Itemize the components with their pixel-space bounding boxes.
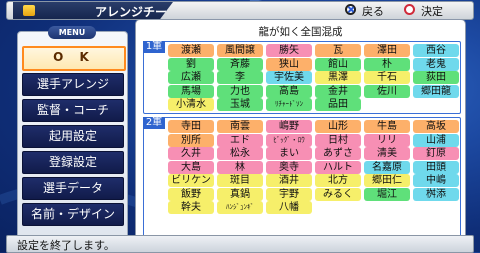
player-chip[interactable]: 田頭 xyxy=(413,160,459,174)
player-chip[interactable]: ﾋﾞｯｸﾞ・ﾛｳ xyxy=(266,133,312,147)
title-bar: アレンジチーム 戻る 決定 xyxy=(6,1,474,20)
player-chip[interactable]: 品田 xyxy=(315,98,361,111)
player-chip[interactable]: 金井 xyxy=(315,84,361,98)
player-chip[interactable]: 館山 xyxy=(315,57,361,71)
player-chip[interactable]: ハルト xyxy=(315,160,361,174)
first-team-group: 1軍 渡瀬 風間譲 勝矢瓦澤田 西谷劉斉藤 狭山 館山朴老鬼広瀬李宇佐美 黒澤 千石 荻田馬場力… xyxy=(143,41,461,114)
player-chip[interactable]: 釘原 xyxy=(413,147,459,160)
player-chip[interactable]: 郷田龍 xyxy=(413,84,459,98)
title-tab: アレンジチーム xyxy=(13,2,173,19)
player-chip[interactable]: 渡瀬 xyxy=(168,44,214,57)
roster-panel: 龍が如く全国混成 1軍 渡瀬 風間譲 勝矢瓦澤田 西谷劉斉藤 狭山 館山朴老鬼広瀬李宇佐美… xyxy=(135,19,466,243)
player-chip[interactable]: 高島 xyxy=(266,84,312,98)
player-chip[interactable]: 北方 xyxy=(315,174,361,187)
player-chip[interactable]: 山形 xyxy=(315,120,361,133)
player-chip[interactable]: 瓦 xyxy=(315,44,361,57)
player-chip[interactable]: 久井 xyxy=(168,147,214,160)
menu-item-name-design[interactable]: 名前・デザイン xyxy=(22,203,124,226)
menu-item-ok[interactable]: O K xyxy=(22,46,126,71)
player-chip[interactable]: 広瀬 xyxy=(168,71,214,84)
player-chip[interactable]: 日村 xyxy=(315,133,361,147)
player-chip[interactable]: 劉 xyxy=(168,57,214,71)
player-chip[interactable]: 別所 xyxy=(168,133,214,147)
menu-item-player-arrange[interactable]: 選手アレンジ xyxy=(22,73,124,96)
player-chip[interactable]: 寺田 xyxy=(168,120,214,133)
player-chip[interactable]: 佐川 xyxy=(364,84,410,98)
player-chip[interactable]: 玉城 xyxy=(217,98,263,111)
player-chip[interactable]: 西谷 xyxy=(413,44,459,57)
player-chip[interactable]: 勝矢 xyxy=(266,44,312,57)
player-chip[interactable]: 馬場 xyxy=(168,84,214,98)
first-team-badge: 1軍 xyxy=(143,41,165,53)
status-bar: 設定を終了します。 xyxy=(6,235,474,253)
player-chip[interactable]: 清美 xyxy=(364,147,410,160)
player-chip[interactable]: 高坂 xyxy=(413,120,459,133)
player-chip[interactable]: 酒井 xyxy=(266,174,312,187)
circle-button-icon[interactable] xyxy=(404,4,415,15)
player-chip[interactable]: 老鬼 xyxy=(413,57,459,71)
player-chip[interactable]: 奥寺 xyxy=(266,160,312,174)
menu-item-registration-settings[interactable]: 登録設定 xyxy=(22,151,124,174)
player-chip[interactable]: 荻田 xyxy=(413,71,459,84)
player-chip[interactable]: 李 xyxy=(217,71,263,84)
player-chip[interactable]: 桝添 xyxy=(413,187,459,201)
player-chip[interactable]: 宇佐美 xyxy=(266,71,312,84)
menu-item-usage-settings[interactable]: 起用設定 xyxy=(22,125,124,148)
player-chip[interactable]: リリ xyxy=(364,133,410,147)
player-chip[interactable]: 宇野 xyxy=(266,187,312,201)
player-chip[interactable]: 牛島 xyxy=(364,120,410,133)
player-chip[interactable]: 嶋野 xyxy=(266,120,312,133)
menu-heading: MENU xyxy=(48,26,96,39)
status-message: 設定を終了します。 xyxy=(17,239,115,252)
player-chip[interactable]: 狭山 xyxy=(266,57,312,71)
player-chip[interactable]: 朴 xyxy=(364,57,410,71)
player-chip[interactable]: 中嶋 xyxy=(413,174,459,187)
player-chip[interactable]: 山浦 xyxy=(413,133,459,147)
player-chip[interactable]: 林 xyxy=(217,160,263,174)
second-team-group: 2軍 寺田 南雲 嶋野 山形 牛島 高坂別所 エド ﾋﾞｯｸﾞ・ﾛｳ 日村 リリ 山浦久井 松永 まいあ… xyxy=(143,117,461,237)
player-chip[interactable]: 力也 xyxy=(217,84,263,98)
player-chip[interactable]: 風間譲 xyxy=(217,44,263,57)
player-chip[interactable]: あずさ xyxy=(315,147,361,160)
player-chip[interactable]: ﾘﾁｬｰﾄﾞｿﾝ xyxy=(266,98,312,111)
player-chip[interactable]: 郷田仁 xyxy=(364,174,410,187)
player-chip[interactable]: 名嘉原 xyxy=(364,160,410,174)
menu-item-player-data[interactable]: 選手データ xyxy=(22,177,124,200)
player-chip[interactable]: 幹夫 xyxy=(168,201,214,214)
player-chip[interactable]: みるく xyxy=(315,187,361,201)
player-chip[interactable]: 澤田 xyxy=(364,44,410,57)
player-chip[interactable]: まい xyxy=(266,147,312,160)
player-chip[interactable]: 堀江 xyxy=(364,187,410,201)
player-chip[interactable]: 八幡 xyxy=(266,201,312,214)
second-team-badge: 2軍 xyxy=(143,117,165,129)
player-chip[interactable]: 大島 xyxy=(168,160,214,174)
cross-button-icon[interactable] xyxy=(345,4,356,15)
player-chip[interactable]: ﾊﾝｼﾞｭﾝｷﾞ xyxy=(217,201,263,214)
player-chip[interactable]: 松永 xyxy=(217,147,263,160)
player-chip[interactable]: 真鍋 xyxy=(217,187,263,201)
player-chip[interactable]: ビリケン xyxy=(168,174,214,187)
menu-item-manager-coach[interactable]: 監督・コーチ xyxy=(22,99,124,122)
confirm-label[interactable]: 決定 xyxy=(421,3,443,19)
player-chip[interactable]: 斉藤 xyxy=(217,57,263,71)
player-chip[interactable]: エド xyxy=(217,133,263,147)
player-chip[interactable]: 飯野 xyxy=(168,187,214,201)
team-icon xyxy=(23,5,35,16)
player-chip[interactable]: 南雲 xyxy=(217,120,263,133)
team-name: 龍が如く全国混成 xyxy=(258,26,343,38)
menu-panel: MENU O K 選手アレンジ 監督・コーチ 起用設定 登録設定 選手データ 名… xyxy=(17,26,128,243)
back-label[interactable]: 戻る xyxy=(362,3,384,19)
player-chip[interactable]: 黒澤 xyxy=(315,71,361,84)
player-chip[interactable]: 斑目 xyxy=(217,174,263,187)
player-chip[interactable]: 小清水 xyxy=(168,98,214,111)
player-chip[interactable]: 千石 xyxy=(364,71,410,84)
